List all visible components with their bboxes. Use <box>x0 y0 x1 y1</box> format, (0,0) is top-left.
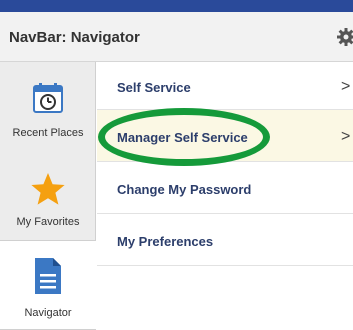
menu-item-label: My Preferences <box>117 234 214 249</box>
document-icon <box>35 258 61 294</box>
gear-icon[interactable] <box>336 27 353 47</box>
chevron-right-icon: > <box>341 78 351 95</box>
top-accent-bar <box>0 0 353 12</box>
sidebar-item-label: My Favorites <box>16 216 80 228</box>
calendar-clock-icon <box>33 83 63 113</box>
menu-item-change-my-password[interactable]: Change My Password <box>97 162 353 214</box>
menu-item-my-preferences[interactable]: My Preferences <box>97 214 353 266</box>
navigator-menu: Self Service > Manager Self Service > Ch… <box>97 62 353 330</box>
star-icon <box>31 173 65 205</box>
sidebar-item-my-favorites[interactable]: My Favorites <box>0 150 96 240</box>
sidebar-item-label: Recent Places <box>12 127 84 139</box>
navigator-sidebar: Recent Places My Favorites Navigator <box>0 62 96 330</box>
menu-item-self-service[interactable]: Self Service > <box>97 62 353 110</box>
sidebar-item-recent-places[interactable]: Recent Places <box>0 62 96 150</box>
sidebar-item-label: Navigator <box>24 307 72 319</box>
sidebar-item-navigator[interactable]: Navigator <box>0 240 96 330</box>
navbar-header: NavBar: Navigator <box>0 12 353 62</box>
menu-item-label: Manager Self Service <box>117 130 248 145</box>
menu-item-label: Change My Password <box>117 182 252 197</box>
chevron-right-icon: > <box>341 128 351 145</box>
menu-item-manager-self-service[interactable]: Manager Self Service > <box>97 110 353 162</box>
page-title: NavBar: Navigator <box>9 29 140 46</box>
menu-item-label: Self Service <box>117 80 191 95</box>
